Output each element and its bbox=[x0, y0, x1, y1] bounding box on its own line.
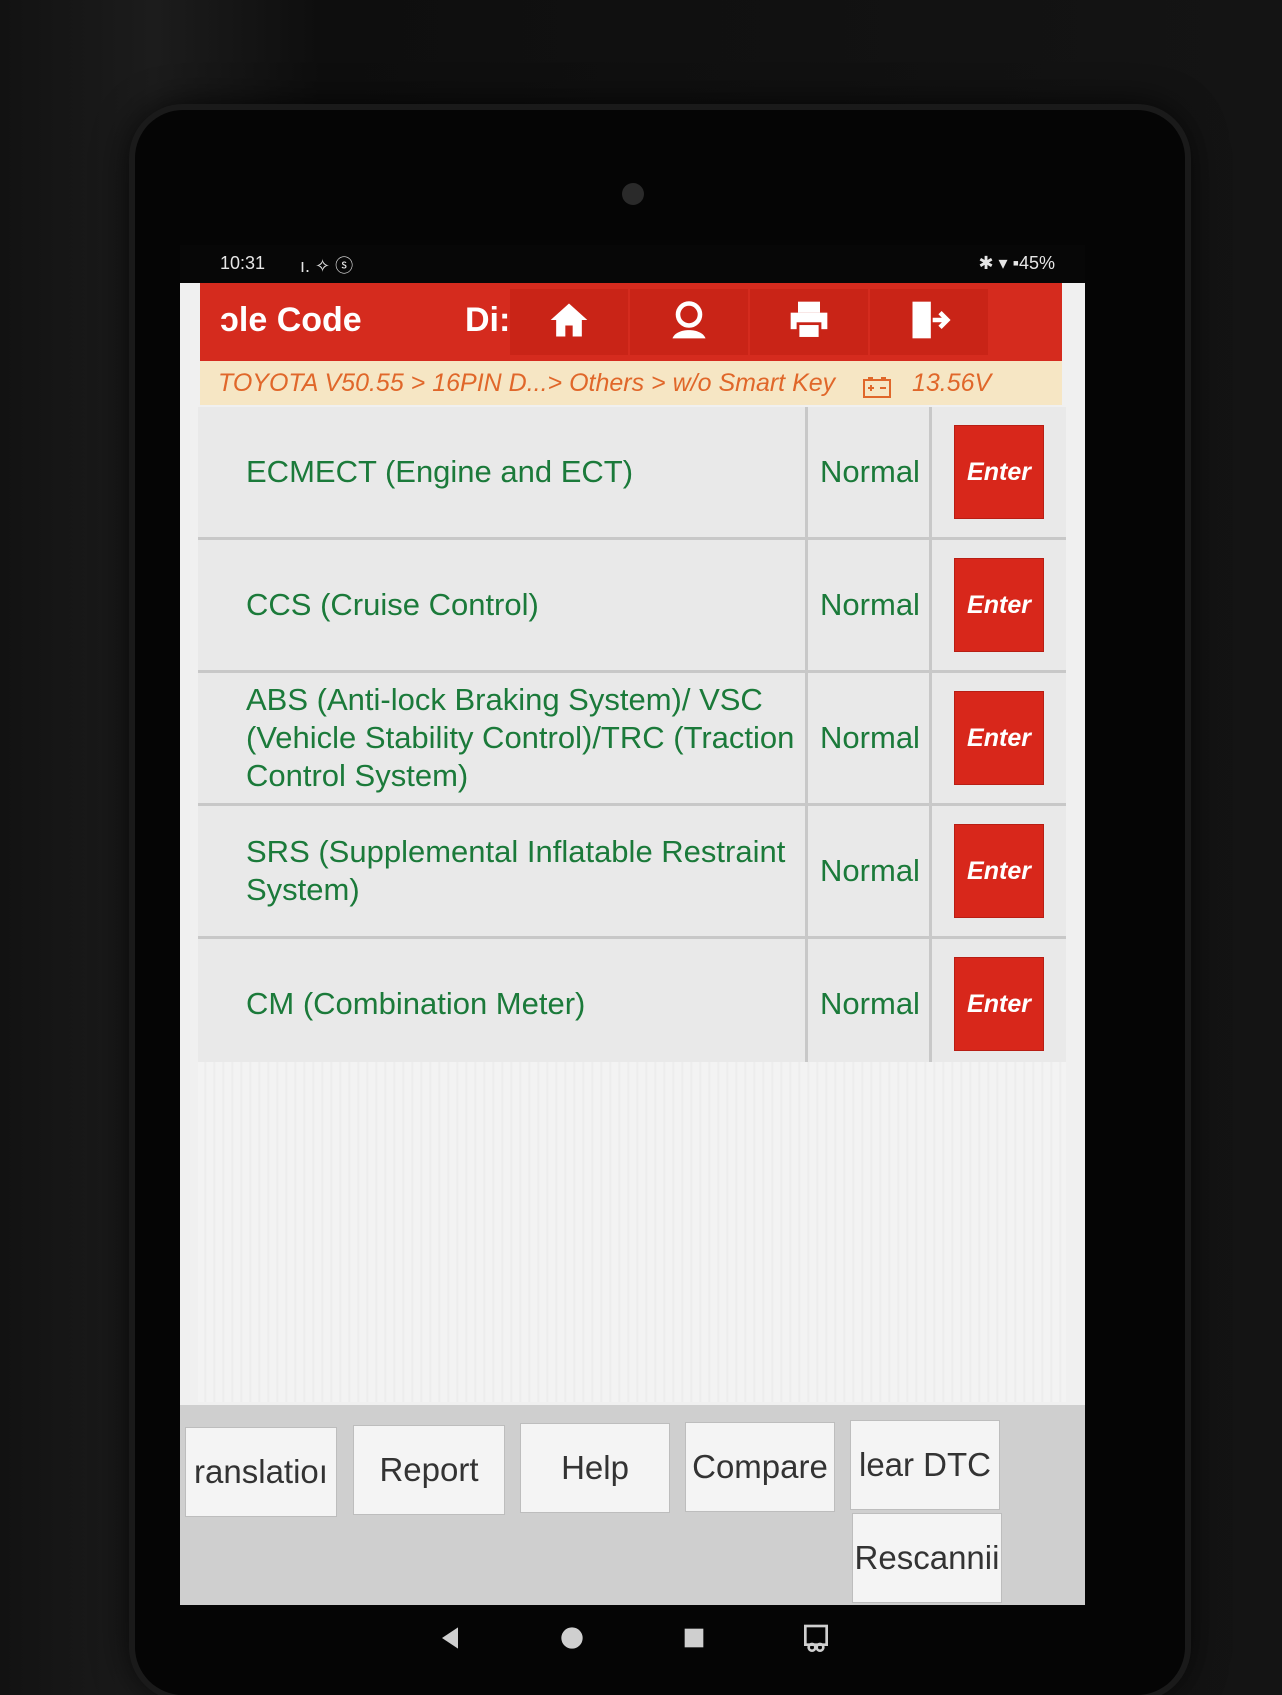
table-row: CCS (Cruise Control) Normal Enter bbox=[198, 540, 1066, 673]
report-button[interactable]: Report bbox=[353, 1425, 505, 1515]
breadcrumb: TOYOTA V50.55 > 16PIN D...> Others > w/o… bbox=[200, 361, 1062, 405]
top-toolbar: ɔle Code Di: bbox=[200, 283, 1062, 361]
status-icons-right: ✱ ▾ ▪45% bbox=[978, 253, 1055, 273]
system-status: Normal bbox=[811, 673, 932, 803]
system-name: ECMECT (Engine and ECT) bbox=[198, 407, 808, 537]
action-cell: Enter bbox=[932, 407, 1066, 537]
translation-button[interactable]: ranslatioı bbox=[185, 1427, 337, 1517]
front-camera bbox=[622, 183, 644, 205]
status-time: 10:31 bbox=[220, 253, 266, 273]
recents-icon[interactable] bbox=[678, 1622, 710, 1659]
clear-dtc-button[interactable]: lear DTC bbox=[850, 1420, 1000, 1510]
user-icon bbox=[667, 298, 711, 347]
home-button[interactable] bbox=[510, 289, 628, 355]
table-row: SRS (Supplemental Inflatable Restraint S… bbox=[198, 806, 1066, 939]
system-status: Normal bbox=[811, 939, 932, 1069]
rescanning-button[interactable]: Rescannii bbox=[852, 1513, 1002, 1603]
battery-voltage: 13.56V bbox=[912, 369, 992, 397]
back-icon[interactable] bbox=[434, 1622, 466, 1659]
home-circle-icon[interactable] bbox=[556, 1622, 588, 1659]
table-row: ECMECT (Engine and ECT) Normal Enter bbox=[198, 407, 1066, 540]
table-row: CM (Combination Meter) Normal Enter bbox=[198, 939, 1066, 1072]
table-row: ABS (Anti-lock Braking System)/ VSC (Veh… bbox=[198, 673, 1066, 806]
screenshot-icon[interactable] bbox=[800, 1622, 832, 1659]
action-cell: Enter bbox=[932, 540, 1066, 670]
system-name: SRS (Supplemental Inflatable Restraint S… bbox=[198, 806, 808, 936]
system-status: Normal bbox=[811, 407, 932, 537]
tab-trouble-code[interactable]: ɔle Code bbox=[220, 301, 362, 340]
action-cell: Enter bbox=[932, 806, 1066, 936]
system-status: Normal bbox=[811, 806, 932, 936]
action-cell: Enter bbox=[932, 939, 1066, 1069]
system-name: CM (Combination Meter) bbox=[198, 939, 808, 1069]
exit-button[interactable] bbox=[870, 289, 988, 355]
home-icon bbox=[547, 298, 591, 347]
action-cell: Enter bbox=[932, 673, 1066, 803]
android-nav-bar bbox=[180, 1605, 1085, 1675]
system-name: CCS (Cruise Control) bbox=[198, 540, 808, 670]
exit-icon bbox=[907, 298, 951, 347]
enter-button[interactable]: Enter bbox=[954, 425, 1044, 519]
battery-icon bbox=[862, 369, 892, 398]
tab-diagnose[interactable]: Di: bbox=[465, 301, 510, 340]
enter-button[interactable]: Enter bbox=[954, 691, 1044, 785]
system-name: ABS (Anti-lock Braking System)/ VSC (Veh… bbox=[198, 673, 808, 803]
enter-button[interactable]: Enter bbox=[954, 957, 1044, 1051]
system-list: ECMECT (Engine and ECT) Normal Enter CCS… bbox=[198, 407, 1066, 1072]
enter-button[interactable]: Enter bbox=[954, 824, 1044, 918]
status-bar: 10:31 ı. ✧ ⓢ ✱ ▾ ▪45% bbox=[180, 245, 1085, 283]
help-button[interactable]: Help bbox=[520, 1423, 670, 1513]
print-icon bbox=[787, 298, 831, 347]
status-icons-left: ı. ✧ ⓢ bbox=[300, 256, 354, 276]
screen: 10:31 ı. ✧ ⓢ ✱ ▾ ▪45% ɔle Code Di: TOYOT… bbox=[180, 245, 1085, 1605]
print-button[interactable] bbox=[750, 289, 868, 355]
compare-button[interactable]: Compare bbox=[685, 1422, 835, 1512]
system-status: Normal bbox=[811, 540, 932, 670]
breadcrumb-path: TOYOTA V50.55 > 16PIN D...> Others > w/o… bbox=[218, 369, 836, 397]
function-bar: ranslatioı Report Help Compare lear DTC … bbox=[180, 1405, 1085, 1605]
empty-list-area bbox=[198, 1062, 1066, 1402]
user-button[interactable] bbox=[630, 289, 748, 355]
enter-button[interactable]: Enter bbox=[954, 558, 1044, 652]
